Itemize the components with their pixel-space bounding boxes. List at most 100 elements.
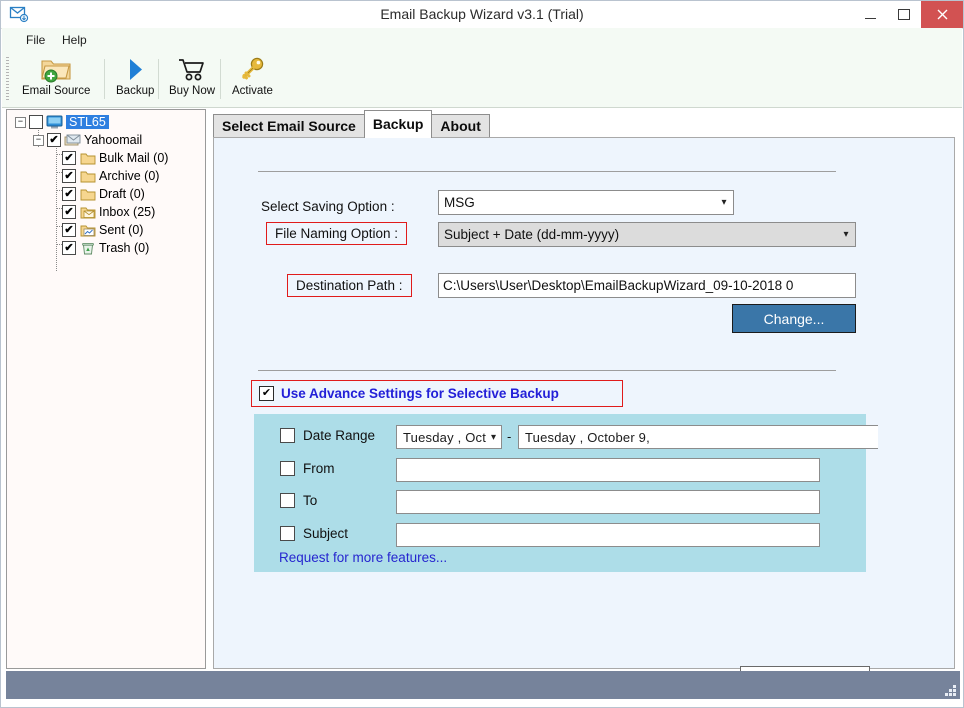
tree-folder-checkbox[interactable]: ✔ bbox=[62, 169, 76, 183]
use-advance-settings-checkbox[interactable]: ✔ bbox=[259, 386, 274, 401]
filter-from-row[interactable]: From bbox=[280, 461, 335, 476]
section-divider-advance bbox=[258, 370, 836, 371]
toolbar-separator bbox=[220, 59, 221, 99]
saving-option-value: MSG bbox=[444, 195, 475, 210]
filter-subject-label: Subject bbox=[303, 526, 349, 541]
title-bar: Email Backup Wizard v3.1 (Trial) bbox=[1, 1, 963, 29]
date-range-checkbox[interactable] bbox=[280, 428, 295, 443]
status-bar bbox=[6, 671, 960, 699]
tree-root-label: STL65 bbox=[66, 115, 109, 129]
menu-bar: File Help bbox=[2, 28, 962, 52]
chevron-down-icon: ▾ bbox=[490, 431, 497, 443]
section-divider-top bbox=[258, 171, 836, 172]
resize-grip-icon[interactable] bbox=[942, 682, 956, 696]
filter-to-row[interactable]: To bbox=[280, 493, 317, 508]
window-title: Email Backup Wizard v3.1 (Trial) bbox=[380, 6, 584, 22]
toolbar-separator bbox=[158, 59, 159, 99]
minimize-button[interactable] bbox=[853, 1, 887, 28]
folder-icon bbox=[80, 170, 96, 183]
filter-to-label: To bbox=[303, 493, 318, 508]
filter-to-checkbox[interactable] bbox=[280, 493, 295, 508]
toolbar-label-backup: Backup bbox=[116, 85, 155, 97]
file-naming-option-label: File Naming Option : bbox=[266, 222, 408, 245]
destination-path-value: C:\Users\User\Desktop\EmailBackupWizard_… bbox=[443, 278, 794, 293]
trash-icon bbox=[80, 242, 96, 255]
filter-from-input[interactable] bbox=[396, 458, 820, 482]
tree-node-inbox[interactable]: ✔ Inbox (25) bbox=[62, 203, 155, 221]
filter-subject-row[interactable]: Subject bbox=[280, 526, 348, 541]
toolbar-label-activate: Activate bbox=[232, 85, 273, 97]
tree-node-account[interactable]: − ✔ Yahoomail bbox=[33, 131, 142, 149]
tab-bar: Select Email Source Backup About bbox=[213, 110, 490, 138]
inbox-folder-icon bbox=[80, 206, 96, 219]
tree-account-label: Yahoomail bbox=[84, 133, 143, 147]
toolbar-label-buy-now: Buy Now bbox=[169, 85, 216, 97]
tab-select-email-source[interactable]: Select Email Source bbox=[213, 114, 365, 138]
filter-to-input[interactable] bbox=[396, 490, 820, 514]
destination-path-label: Destination Path : bbox=[287, 274, 412, 297]
folder-icon bbox=[80, 188, 96, 201]
toolbar-label-email-source: Email Source bbox=[22, 85, 91, 97]
toolbar-grip[interactable] bbox=[6, 57, 9, 101]
toolbar-button-email-source[interactable]: Email Source bbox=[16, 54, 96, 104]
backup-tab-panel: Select Saving Option : MSG ▾ File Naming… bbox=[213, 137, 955, 669]
chevron-down-icon: ▾ bbox=[721, 197, 727, 208]
application-window: Email Backup Wizard v3.1 (Trial) File He… bbox=[0, 0, 964, 708]
tree-account-checkbox[interactable]: ✔ bbox=[47, 133, 61, 147]
toolbar: Email Source Backup Buy Now Activate bbox=[2, 51, 962, 108]
tree-node-trash[interactable]: ✔ Trash (0) bbox=[62, 239, 149, 257]
tree-folder-checkbox[interactable]: ✔ bbox=[62, 151, 76, 165]
email-source-tree-panel[interactable]: − STL65 − ✔ Yahoomail ✔ Bulk Mail (0) ✔ … bbox=[6, 109, 206, 669]
tree-folder-label: Archive (0) bbox=[99, 169, 160, 183]
toolbar-button-activate[interactable]: Activate bbox=[226, 54, 279, 104]
tab-about[interactable]: About bbox=[431, 114, 490, 138]
sent-folder-icon bbox=[80, 224, 96, 237]
file-naming-option-select[interactable]: Subject + Date (dd-mm-yyyy) ▾ bbox=[438, 222, 856, 247]
tree-folder-checkbox[interactable]: ✔ bbox=[62, 205, 76, 219]
collapse-icon[interactable]: − bbox=[33, 134, 44, 146]
menu-item-file[interactable]: File bbox=[20, 31, 51, 49]
use-advance-settings-checkbox-row[interactable]: ✔ Use Advance Settings for Selective Bac… bbox=[251, 380, 623, 407]
toolbar-button-backup[interactable]: Backup bbox=[110, 54, 160, 104]
date-range-row[interactable]: Date Range bbox=[280, 428, 375, 443]
close-button[interactable] bbox=[921, 1, 963, 28]
menu-item-help[interactable]: Help bbox=[56, 31, 93, 49]
date-range-from-picker[interactable]: Tuesday , October 9, 2018 ▾ bbox=[396, 425, 502, 449]
chevron-down-icon: ▾ bbox=[843, 229, 849, 240]
toolbar-button-buy-now[interactable]: Buy Now bbox=[163, 54, 221, 104]
key-icon bbox=[238, 54, 266, 84]
change-destination-button[interactable]: Change... bbox=[732, 304, 856, 333]
tree-node-bulk-mail[interactable]: ✔ Bulk Mail (0) bbox=[62, 149, 168, 167]
maximize-button[interactable] bbox=[887, 1, 921, 28]
tree-node-draft[interactable]: ✔ Draft (0) bbox=[62, 185, 145, 203]
window-controls bbox=[853, 1, 963, 28]
tree-node-archive[interactable]: ✔ Archive (0) bbox=[62, 167, 159, 185]
tree-node-sent[interactable]: ✔ Sent (0) bbox=[62, 221, 143, 239]
tree-folder-checkbox[interactable]: ✔ bbox=[62, 223, 76, 237]
advance-settings-panel: Date Range Tuesday , October 9, 2018 ▾ -… bbox=[254, 414, 878, 572]
mail-account-icon bbox=[64, 133, 81, 147]
computer-icon bbox=[46, 115, 63, 129]
play-triangle-icon bbox=[124, 54, 146, 84]
use-advance-settings-label: Use Advance Settings for Selective Backu… bbox=[281, 386, 559, 401]
filter-subject-checkbox[interactable] bbox=[280, 526, 295, 541]
tab-backup[interactable]: Backup bbox=[363, 110, 433, 138]
filter-from-label: From bbox=[303, 461, 335, 476]
filter-subject-input[interactable] bbox=[396, 523, 820, 547]
saving-option-select[interactable]: MSG ▾ bbox=[438, 190, 734, 215]
folder-add-icon bbox=[40, 54, 72, 84]
date-range-from-value: Tuesday , October 9, 2018 bbox=[403, 429, 486, 445]
saving-option-label: Select Saving Option : bbox=[261, 199, 395, 214]
filter-from-checkbox[interactable] bbox=[280, 461, 295, 476]
date-range-separator: - bbox=[507, 429, 512, 444]
tree-folder-checkbox[interactable]: ✔ bbox=[62, 187, 76, 201]
tree-root-checkbox[interactable] bbox=[29, 115, 43, 129]
destination-path-input[interactable]: C:\Users\User\Desktop\EmailBackupWizard_… bbox=[438, 273, 856, 298]
request-more-features-link[interactable]: Request for more features... bbox=[279, 550, 447, 565]
collapse-icon[interactable]: − bbox=[15, 116, 26, 128]
tree-node-root[interactable]: − STL65 bbox=[15, 113, 109, 131]
toolbar-separator bbox=[104, 59, 105, 99]
date-range-to-picker[interactable]: Tuesday , October 9, bbox=[518, 425, 878, 449]
tree-folder-checkbox[interactable]: ✔ bbox=[62, 241, 76, 255]
file-naming-option-value: Subject + Date (dd-mm-yyyy) bbox=[444, 227, 620, 242]
